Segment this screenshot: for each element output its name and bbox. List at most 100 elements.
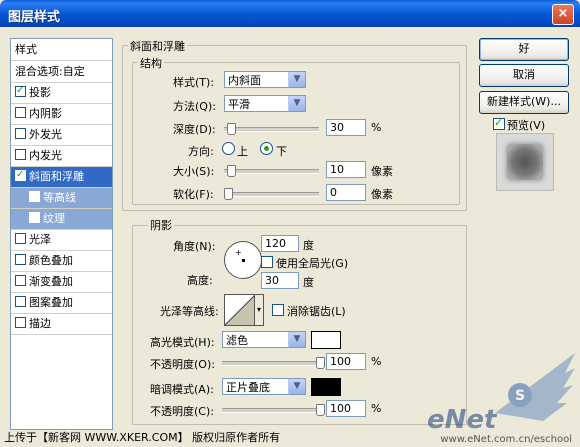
shadow-mode-label: 暗调模式(A): bbox=[150, 383, 214, 396]
style-item-label: 斜面和浮雕 bbox=[29, 170, 84, 183]
ok-button[interactable]: 好 bbox=[479, 38, 569, 61]
blending-options-item[interactable]: 混合选项:自定 bbox=[11, 61, 112, 83]
shadow-mode-select[interactable]: 正片叠底 ▼ bbox=[222, 378, 306, 395]
checkmark-icon: ✓ bbox=[494, 116, 504, 129]
angle-input[interactable]: 120 bbox=[261, 235, 299, 252]
preview-thumbnail bbox=[507, 144, 543, 180]
style-item[interactable]: 内发光 bbox=[11, 146, 112, 167]
cancel-button[interactable]: 取消 bbox=[479, 64, 569, 87]
structure-title: 结构 bbox=[138, 55, 164, 71]
style-item[interactable]: 斜面和浮雕 bbox=[11, 167, 112, 188]
depth-label: 深度(D): bbox=[173, 123, 216, 136]
style-checkbox[interactable] bbox=[29, 212, 40, 223]
style-item[interactable]: 光泽 bbox=[11, 230, 112, 251]
direction-down-label: 下 bbox=[276, 145, 287, 158]
new-style-button[interactable]: 新建样式(W)... bbox=[479, 91, 569, 114]
style-checkbox[interactable] bbox=[15, 149, 26, 160]
gloss-contour-label: 光泽等高线: bbox=[160, 305, 219, 318]
shadow-opacity-track[interactable] bbox=[222, 408, 319, 413]
shadow-opacity-label: 不透明度(C): bbox=[150, 405, 214, 418]
style-checkbox[interactable] bbox=[15, 107, 26, 118]
size-label: 大小(S): bbox=[173, 165, 215, 178]
title-bar[interactable]: 图层样式 × bbox=[0, 0, 580, 27]
direction-label: 方向: bbox=[188, 145, 214, 158]
preview-label: 预览(V) bbox=[507, 119, 546, 132]
style-item-label: 等高线 bbox=[43, 191, 76, 204]
style-item-label: 渐变叠加 bbox=[29, 275, 73, 288]
soften-slider-thumb[interactable] bbox=[224, 188, 233, 200]
style-item[interactable]: 等高线 bbox=[11, 188, 112, 209]
size-slider-track[interactable] bbox=[224, 169, 319, 174]
shadow-opacity-thumb[interactable] bbox=[316, 404, 325, 416]
gloss-contour-preview[interactable] bbox=[224, 294, 256, 326]
style-item-label: 内发光 bbox=[29, 149, 62, 162]
depth-slider-thumb[interactable] bbox=[226, 123, 236, 135]
style-label: 样式(T): bbox=[173, 76, 215, 89]
style-item-label: 外发光 bbox=[29, 128, 62, 141]
size-input[interactable]: 10 bbox=[326, 161, 366, 178]
style-item[interactable]: 图案叠加 bbox=[11, 293, 112, 314]
styles-header[interactable]: 样式 bbox=[11, 39, 112, 61]
highlight-opacity-track[interactable] bbox=[222, 361, 319, 366]
soften-input[interactable]: 0 bbox=[326, 184, 366, 201]
altitude-input[interactable]: 30 bbox=[261, 272, 299, 289]
contour-dropdown-button[interactable]: ▾ bbox=[254, 294, 264, 326]
highlight-color-swatch[interactable] bbox=[311, 331, 341, 349]
shadow-mode-value: 正片叠底 bbox=[226, 381, 270, 394]
crosshair-icon: + bbox=[235, 248, 242, 257]
bevel-emboss-title: 斜面和浮雕 bbox=[128, 38, 187, 54]
style-item[interactable]: 描边 bbox=[11, 314, 112, 335]
styles-list: 样式 混合选项:自定 投影内阴影外发光内发光斜面和浮雕等高线纹理光泽颜色叠加渐变… bbox=[10, 38, 113, 430]
bevel-style-select[interactable]: 内斜面 ▼ bbox=[224, 71, 306, 88]
layer-style-dialog: 图层样式 × 样式 混合选项:自定 投影内阴影外发光内发光斜面和浮雕等高线纹理光… bbox=[0, 0, 580, 447]
style-checkbox[interactable] bbox=[15, 86, 26, 97]
style-checkbox[interactable] bbox=[29, 191, 40, 202]
chevron-down-icon: ▼ bbox=[288, 379, 305, 394]
footer-url: www.eNet.com.cn/eschool bbox=[440, 434, 572, 445]
highlight-mode-select[interactable]: 滤色 ▼ bbox=[222, 331, 306, 348]
direction-down-radio[interactable] bbox=[260, 142, 273, 155]
contour-curve-icon bbox=[224, 294, 256, 326]
shading-title: 阴影 bbox=[148, 217, 174, 233]
style-checkbox[interactable] bbox=[15, 254, 26, 265]
shadow-color-swatch[interactable] bbox=[311, 378, 341, 396]
global-light-checkbox[interactable] bbox=[261, 256, 273, 268]
style-item-label: 内阴影 bbox=[29, 107, 62, 120]
preview-checkbox[interactable]: ✓ bbox=[493, 116, 505, 130]
technique-label: 方法(Q): bbox=[173, 100, 216, 113]
highlight-opacity-thumb[interactable] bbox=[316, 357, 325, 369]
style-item[interactable]: 外发光 bbox=[11, 125, 112, 146]
altitude-unit: 度 bbox=[303, 276, 314, 289]
anti-alias-checkbox[interactable] bbox=[272, 304, 284, 316]
close-button[interactable]: × bbox=[552, 4, 574, 25]
shadow-opacity-input[interactable]: 100 bbox=[326, 400, 366, 417]
window-title: 图层样式 bbox=[8, 10, 61, 25]
soften-slider-track[interactable] bbox=[224, 192, 319, 197]
size-unit: 像素 bbox=[371, 165, 393, 178]
style-item[interactable]: 渐变叠加 bbox=[11, 272, 112, 293]
style-checkbox[interactable] bbox=[15, 296, 26, 307]
direction-up-radio[interactable] bbox=[222, 142, 235, 155]
depth-input[interactable]: 30 bbox=[326, 119, 366, 136]
style-item[interactable]: 投影 bbox=[11, 83, 112, 104]
depth-slider-track[interactable] bbox=[224, 127, 319, 132]
style-checkbox[interactable] bbox=[15, 275, 26, 286]
highlight-mode-label: 高光模式(H): bbox=[150, 336, 215, 349]
size-slider-thumb[interactable] bbox=[227, 165, 237, 177]
style-item[interactable]: 颜色叠加 bbox=[11, 251, 112, 272]
style-checkbox[interactable] bbox=[15, 128, 26, 139]
style-checkbox[interactable] bbox=[15, 317, 26, 328]
style-item[interactable]: 纹理 bbox=[11, 209, 112, 230]
highlight-opacity-label: 不透明度(O): bbox=[150, 358, 215, 371]
style-item[interactable]: 内阴影 bbox=[11, 104, 112, 125]
chevron-down-icon: ▼ bbox=[288, 332, 305, 347]
angle-unit: 度 bbox=[303, 239, 314, 252]
angle-center-dot bbox=[242, 259, 245, 262]
style-checkbox[interactable] bbox=[15, 170, 26, 181]
global-light-label: 使用全局光(G) bbox=[276, 257, 349, 270]
highlight-opacity-input[interactable]: 100 bbox=[326, 353, 366, 370]
technique-select[interactable]: 平滑 ▼ bbox=[224, 95, 306, 112]
angle-dial[interactable]: + bbox=[224, 241, 262, 279]
technique-value: 平滑 bbox=[228, 98, 250, 111]
style-checkbox[interactable] bbox=[15, 233, 26, 244]
